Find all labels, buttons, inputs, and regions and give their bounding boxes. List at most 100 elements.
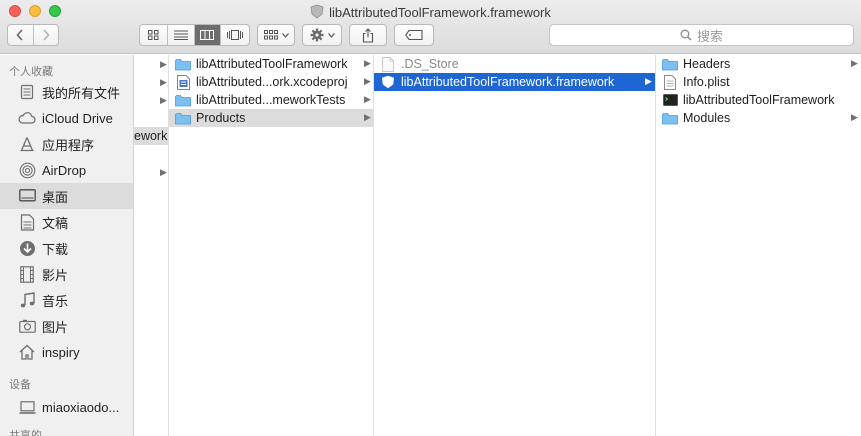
sidebar-item-label: miaoxiaodo... xyxy=(42,399,120,415)
xcodeproj-icon xyxy=(175,74,191,90)
list-view-button[interactable] xyxy=(168,25,195,45)
back-button[interactable] xyxy=(8,25,34,45)
nav-buttons xyxy=(7,24,59,46)
arrange-button[interactable] xyxy=(257,24,295,46)
sidebar-item-label: 音乐 xyxy=(42,293,69,309)
sidebar-item-device[interactable]: miaoxiaodo... xyxy=(0,394,133,420)
window-title: libAttributedToolFramework.framework xyxy=(0,4,861,20)
tags-button[interactable] xyxy=(394,24,434,46)
list-item[interactable]: libAttributed...ork.xcodeproj xyxy=(169,73,373,91)
chevron-down-icon xyxy=(281,32,289,38)
favorites-header: 个人收藏 xyxy=(9,66,53,78)
sidebar-item-movies[interactable]: 影片 xyxy=(0,261,133,287)
devices-header: 设备 xyxy=(9,379,31,391)
row-label: ework xyxy=(134,129,168,143)
desktop-icon xyxy=(18,187,36,205)
list-item[interactable]: Info.plist xyxy=(656,73,861,91)
search-icon xyxy=(680,29,692,41)
cover-flow-icon xyxy=(227,30,244,40)
column-2[interactable]: .DS_Store libAttributedToolFramework.fra… xyxy=(374,55,656,436)
chevron-right-icon: ▶ xyxy=(160,95,167,105)
list-item[interactable]: libAttributedToolFramework xyxy=(656,91,861,109)
forward-button[interactable] xyxy=(34,25,59,45)
sidebar-item-pictures[interactable]: 图片 xyxy=(0,313,133,339)
row-label: libAttributed...ork.xcodeproj xyxy=(196,75,348,89)
sidebar-item-all-files[interactable]: 我的所有文件 xyxy=(0,79,133,105)
row-label: libAttributedToolFramework xyxy=(196,57,348,71)
sidebar-item-label: inspiry xyxy=(42,344,80,360)
column-view-button[interactable] xyxy=(194,25,222,45)
sidebar-item-airdrop[interactable]: AirDrop xyxy=(0,157,133,183)
toolbar: libAttributedToolFramework.framework 搜索 xyxy=(0,0,861,54)
sidebar-item-desktop[interactable]: 桌面 xyxy=(0,183,133,209)
tag-icon xyxy=(405,30,423,40)
chevron-right-icon: ▶ xyxy=(160,167,167,177)
folder-icon xyxy=(662,57,678,71)
music-icon xyxy=(18,291,36,309)
chevron-right-icon: ▶ xyxy=(851,112,858,122)
shared-header: 共享的 xyxy=(9,430,42,436)
view-mode-control xyxy=(139,24,250,46)
list-item-selected[interactable]: Products xyxy=(169,109,373,127)
sidebar-item-label: 影片 xyxy=(42,267,69,283)
list-item[interactable]: Modules ▶ xyxy=(656,109,861,127)
column-1[interactable]: libAttributedToolFramework libAttributed… xyxy=(169,55,374,436)
sidebar-item-icloud-drive[interactable]: iCloud Drive xyxy=(0,105,133,131)
cover-flow-button[interactable] xyxy=(221,25,249,45)
row-label: libAttributedToolFramework xyxy=(683,93,835,107)
documents-icon xyxy=(18,213,36,231)
list-item-selected[interactable]: libAttributedToolFramework.framework ▶ xyxy=(374,73,655,91)
sidebar-item-label: 图片 xyxy=(42,319,69,335)
framework-icon xyxy=(380,75,396,89)
sidebar-item-label: 文稿 xyxy=(42,215,69,231)
column-3[interactable]: Headers ▶ Info.plist libAttributedToolFr… xyxy=(656,55,861,436)
column-0-selected-row[interactable]: ework xyxy=(134,127,168,145)
row-label: Products xyxy=(196,111,246,125)
columns-icon xyxy=(200,30,215,40)
chevron-right-icon xyxy=(43,29,50,41)
chevron-right-icon: ▶ xyxy=(851,58,858,68)
list-item[interactable]: libAttributed...meworkTests xyxy=(169,91,373,109)
list-item[interactable]: .DS_Store xyxy=(374,55,655,73)
search-placeholder: 搜索 xyxy=(696,28,723,44)
chevron-right-icon: ▶ xyxy=(364,112,371,122)
sidebar-item-downloads[interactable]: 下载 xyxy=(0,235,133,261)
chevron-right-icon: ▶ xyxy=(364,94,371,104)
home-icon xyxy=(18,343,36,361)
chevron-left-icon xyxy=(16,29,23,41)
airdrop-icon xyxy=(18,161,36,179)
share-button[interactable] xyxy=(349,24,387,46)
sidebar-item-music[interactable]: 音乐 xyxy=(0,287,133,313)
window-title-text: libAttributedToolFramework.framework xyxy=(329,5,551,20)
sidebar-item-home[interactable]: inspiry xyxy=(0,339,133,365)
row-label: libAttributed...meworkTests xyxy=(196,93,346,107)
action-button[interactable] xyxy=(302,24,342,46)
chevron-right-icon: ▶ xyxy=(645,76,652,86)
search-field[interactable]: 搜索 xyxy=(549,24,854,46)
list-item[interactable]: Headers ▶ xyxy=(656,55,861,73)
chevron-right-icon: ▶ xyxy=(364,76,371,86)
row-label: .DS_Store xyxy=(401,57,459,71)
folder-icon xyxy=(175,57,191,71)
chevron-right-icon: ▶ xyxy=(160,59,167,69)
row-label: Headers xyxy=(683,57,731,71)
chevron-right-icon: ▶ xyxy=(364,58,371,68)
row-label: Info.plist xyxy=(683,75,730,89)
sidebar-item-applications[interactable]: 应用程序 xyxy=(0,131,133,157)
folder-icon xyxy=(662,111,678,125)
terminal-executable-icon xyxy=(662,93,678,107)
sidebar-item-label: 应用程序 xyxy=(42,137,95,153)
arrange-icon xyxy=(263,30,278,40)
row-label: libAttributedToolFramework.framework xyxy=(401,75,615,89)
pictures-icon xyxy=(18,317,36,335)
sidebar-item-documents[interactable]: 文稿 xyxy=(0,209,133,235)
icon-view-button[interactable] xyxy=(140,25,168,45)
column-0[interactable]: ework xyxy=(134,55,169,436)
grid-icon xyxy=(147,30,159,40)
all-files-icon xyxy=(18,83,36,101)
movies-icon xyxy=(18,265,36,283)
row-label: Modules xyxy=(683,111,731,125)
plist-icon xyxy=(662,74,678,90)
sidebar-item-label: 我的所有文件 xyxy=(42,85,121,101)
list-item[interactable]: libAttributedToolFramework xyxy=(169,55,373,73)
